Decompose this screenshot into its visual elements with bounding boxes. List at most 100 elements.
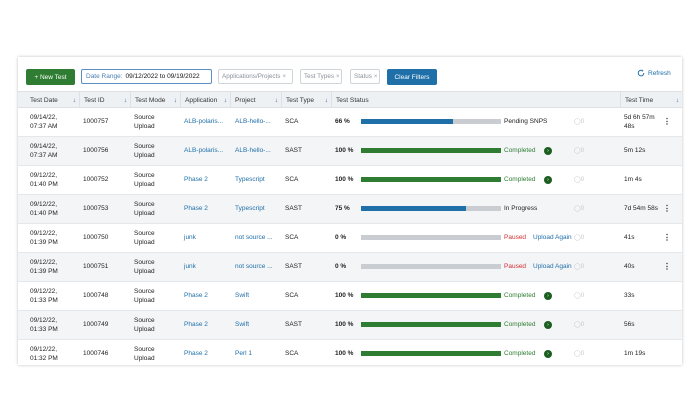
sort-arrow-icon[interactable]: ↓ xyxy=(224,97,227,104)
table-row[interactable]: 09/12/22, 01:40 PM 1000753 Source Upload P… xyxy=(18,195,682,224)
test-mode-line2: Upload xyxy=(134,122,155,130)
comment-count[interactable]: ◯0 xyxy=(574,234,584,241)
comment-count[interactable]: ◯0 xyxy=(574,176,584,183)
status-filter[interactable]: Status × xyxy=(350,69,380,84)
application-link[interactable]: junk xyxy=(184,234,196,243)
test-type: SAST xyxy=(285,321,302,329)
project-link[interactable]: ALB-hello-... xyxy=(235,147,271,156)
sort-arrow-icon[interactable]: ↓ xyxy=(124,97,127,104)
test-mode-line1: Source xyxy=(134,259,155,266)
comment-icon: ◯ xyxy=(574,148,581,154)
project-cell: ALB-hello-... xyxy=(235,137,281,166)
kebab-menu-icon[interactable]: ⋮ xyxy=(663,204,671,213)
header-test-id[interactable]: Test ID ↓ xyxy=(79,92,130,108)
header-test-type[interactable]: Test Type ↓ xyxy=(281,92,331,108)
comment-count[interactable]: ◯0 xyxy=(574,205,584,212)
table-row[interactable]: 09/12/22, 01:33 PM 1000748 Source Upload P… xyxy=(18,282,682,311)
application-link[interactable]: junk xyxy=(184,263,196,272)
test-mode-line1: Source xyxy=(134,288,155,295)
application-link[interactable]: Phase 2 xyxy=(184,176,208,185)
applications-projects-filter[interactable]: Applications/Projects × xyxy=(218,69,293,84)
progress-percent: 100 % xyxy=(335,176,354,184)
comment-count[interactable]: ◯0 xyxy=(574,118,584,125)
upload-again-link[interactable]: Upload Again xyxy=(533,263,572,270)
table-row[interactable]: 09/12/22, 01:33 PM 1000749 Source Upload P… xyxy=(18,311,682,340)
test-mode-cell: Source Upload xyxy=(134,166,179,195)
sort-arrow-icon[interactable]: ↓ xyxy=(73,97,76,104)
date-range-input[interactable]: Date Range: 09/12/2022 to 09/19/2022 xyxy=(81,69,212,84)
status-label: In Progress xyxy=(504,205,538,212)
application-link[interactable]: Phase 2 xyxy=(184,321,208,330)
test-duration: 5m 12s xyxy=(624,147,646,155)
refresh-label: Refresh xyxy=(648,69,671,77)
header-test-time[interactable]: Test Time ↓ xyxy=(620,92,682,108)
clear-icon[interactable]: × xyxy=(374,74,378,80)
comment-count[interactable]: ◯0 xyxy=(574,147,584,154)
test-mode-line1: Source xyxy=(134,346,155,353)
chevron-circle-icon[interactable]: › xyxy=(544,321,552,329)
clear-filters-button[interactable]: Clear Filters xyxy=(387,69,437,85)
table-row[interactable]: 09/14/22, 07:37 AM 1000757 Source Upload A… xyxy=(18,108,682,137)
sort-arrow-icon[interactable]: ↓ xyxy=(325,97,328,104)
chevron-circle-icon[interactable]: › xyxy=(544,292,552,300)
header-project[interactable]: Project ↓ xyxy=(230,92,281,108)
clear-icon[interactable]: × xyxy=(336,74,340,80)
header-label: Project xyxy=(235,96,256,104)
application-cell: Phase 2 xyxy=(184,311,230,340)
test-types-filter[interactable]: Test Types × xyxy=(300,69,342,84)
header-test-date[interactable]: Test Date ↓ xyxy=(26,92,79,108)
sort-arrow-icon[interactable]: ↓ xyxy=(275,97,278,104)
header-test-mode[interactable]: Test Mode ↓ xyxy=(130,92,180,108)
table-row[interactable]: 09/14/22, 07:37 AM 1000756 Source Upload A… xyxy=(18,137,682,166)
application-link[interactable]: Phase 2 xyxy=(184,350,208,359)
project-link[interactable]: Swift xyxy=(235,292,249,301)
application-link[interactable]: Phase 2 xyxy=(184,205,208,214)
upload-again-link[interactable]: Upload Again xyxy=(533,234,572,241)
project-link[interactable]: ALB-hello-... xyxy=(235,118,271,127)
table-row[interactable]: 09/12/22, 01:32 PM 1000746 Source Upload P… xyxy=(18,340,682,365)
progress-bar-fill xyxy=(361,293,501,298)
comment-count[interactable]: ◯0 xyxy=(574,350,584,357)
application-link[interactable]: Phase 2 xyxy=(184,292,208,301)
table-row[interactable]: 09/12/22, 01:39 PM 1000750 Source Upload j… xyxy=(18,224,682,253)
progress-bar xyxy=(361,206,501,211)
chevron-circle-icon[interactable]: › xyxy=(544,350,552,358)
comment-count-value: 0 xyxy=(580,235,585,241)
kebab-menu-icon[interactable]: ⋮ xyxy=(663,117,671,126)
test-time-of-day: 07:37 AM xyxy=(30,122,58,130)
application-cell: Phase 2 xyxy=(184,340,230,365)
application-link[interactable]: ALB-polaris... xyxy=(184,118,223,127)
project-cell: ALB-hello-... xyxy=(235,108,281,137)
test-mode-cell: Source Upload xyxy=(134,195,179,224)
project-link[interactable]: not source ... xyxy=(235,263,273,272)
kebab-menu-icon[interactable]: ⋮ xyxy=(663,233,671,242)
comment-count[interactable]: ◯0 xyxy=(574,321,584,328)
table-row[interactable]: 09/12/22, 01:39 PM 1000751 Source Upload j… xyxy=(18,253,682,282)
applications-projects-filter-label: Applications/Projects xyxy=(222,73,281,80)
comment-count[interactable]: ◯0 xyxy=(574,292,584,299)
project-link[interactable]: Perl 1 xyxy=(235,350,252,359)
progress-percent-cell: 66 % xyxy=(335,108,361,137)
chevron-circle-icon[interactable]: › xyxy=(544,147,552,155)
project-link[interactable]: not source ... xyxy=(235,234,273,243)
project-link[interactable]: Typescript xyxy=(235,176,265,185)
sort-arrow-icon[interactable]: ↓ xyxy=(174,97,177,104)
test-id: 1000753 xyxy=(83,205,109,213)
application-link[interactable]: ALB-polaris... xyxy=(184,147,223,156)
header-application[interactable]: Application ↓ xyxy=(180,92,230,108)
refresh-button[interactable]: Refresh xyxy=(637,69,671,77)
sort-arrow-icon[interactable]: ↓ xyxy=(676,97,679,104)
chevron-circle-icon[interactable]: › xyxy=(544,176,552,184)
test-type: SCA xyxy=(285,118,299,126)
progress-percent-cell: 0 % xyxy=(335,253,361,282)
test-duration: 1m 19s xyxy=(624,350,646,358)
kebab-menu-icon[interactable]: ⋮ xyxy=(663,262,671,271)
project-link[interactable]: Typescript xyxy=(235,205,265,214)
new-test-button[interactable]: + New Test xyxy=(26,69,75,85)
test-mode-line2: Upload xyxy=(134,354,155,362)
comment-count[interactable]: ◯0 xyxy=(574,263,584,270)
table-row[interactable]: 09/12/22, 01:40 PM 1000752 Source Upload P… xyxy=(18,166,682,195)
clear-icon[interactable]: × xyxy=(282,74,286,80)
progress-percent: 100 % xyxy=(335,147,354,155)
project-link[interactable]: Swift xyxy=(235,321,249,330)
